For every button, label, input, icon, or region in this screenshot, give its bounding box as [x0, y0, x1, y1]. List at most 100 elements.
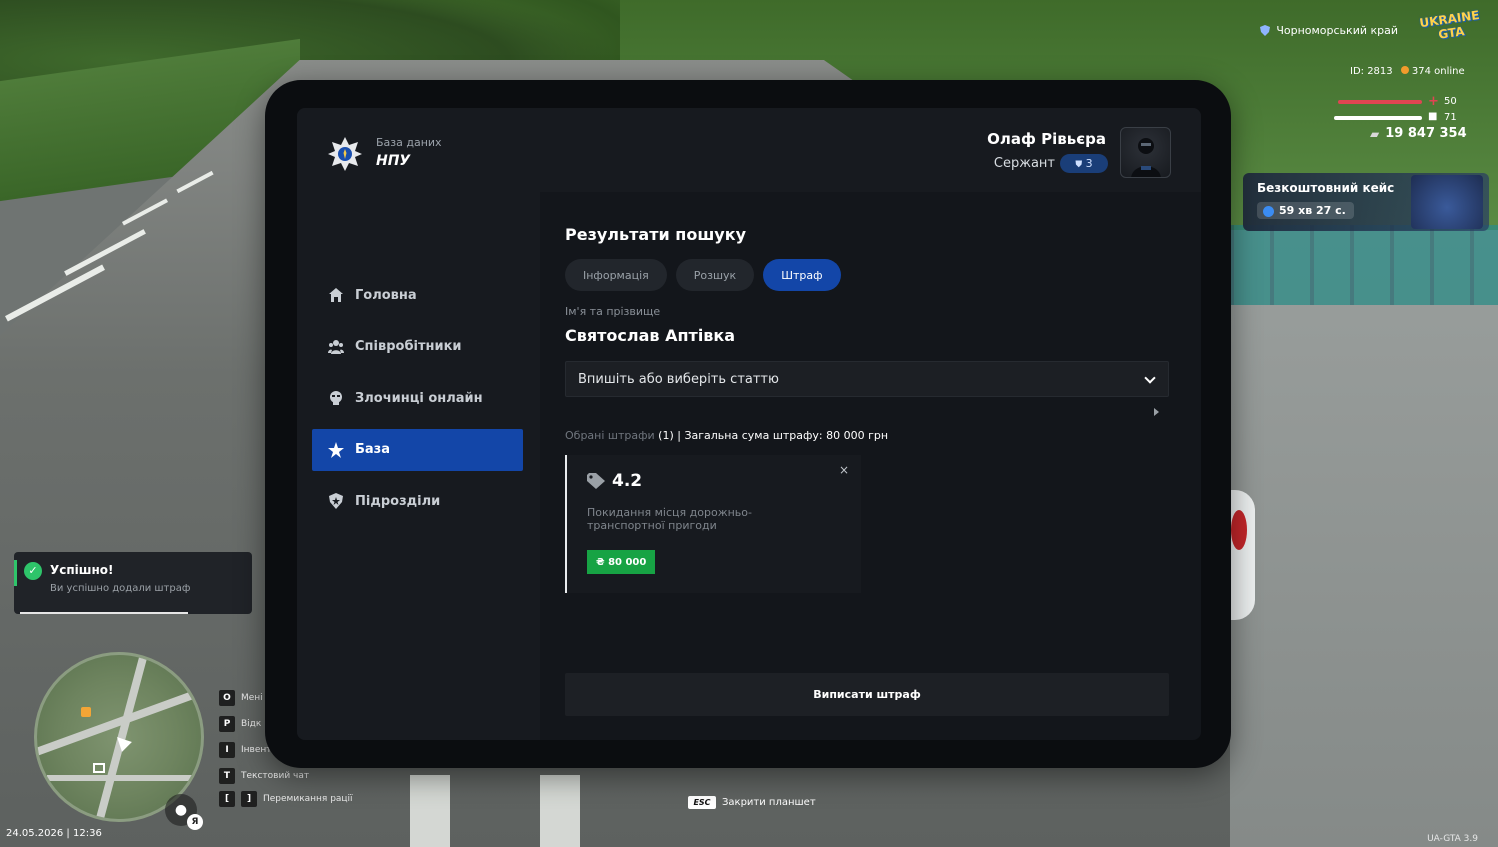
- sidebar-item-employees[interactable]: Співробітники: [312, 326, 523, 368]
- toast-message: Ви успішно додали штраф: [50, 583, 191, 594]
- esc-hint: ESC Закрити планшет: [688, 796, 816, 809]
- health-icon: +: [1428, 94, 1439, 109]
- criminal-icon: [330, 391, 342, 405]
- page-title: Результати пошуку: [565, 225, 747, 244]
- person-name: Святослав Аптівка: [565, 326, 736, 345]
- hotkey-row: P Відк: [219, 716, 261, 732]
- health-bar: [1338, 100, 1422, 104]
- home-icon: [93, 763, 105, 773]
- logo-subtitle: База даних: [376, 136, 442, 149]
- health-value: 50: [1444, 96, 1457, 107]
- chevron-right-icon[interactable]: [1154, 408, 1159, 416]
- selected-fines-count: (1): [658, 429, 674, 442]
- minimap-road: [47, 775, 201, 781]
- issue-fine-button[interactable]: Виписати штраф: [565, 673, 1169, 716]
- tab-wanted[interactable]: Розшук: [675, 259, 755, 291]
- hotkey-label: Перемикання рації: [263, 794, 353, 804]
- sidebar-item-database[interactable]: База: [312, 428, 523, 471]
- key-cap: O: [219, 690, 235, 706]
- fine-amount: ₴ 80 000: [587, 550, 656, 574]
- sidebar-item-home[interactable]: Головна: [312, 274, 523, 316]
- sidebar-item-criminals-online[interactable]: Злочинці онлайн: [312, 377, 523, 419]
- hotkey-label: Відк: [241, 719, 262, 729]
- money-icon: ▰: [1370, 126, 1380, 141]
- key-cap: ]: [241, 791, 257, 807]
- case-image: [1411, 175, 1483, 229]
- hotkey-label: Інвент: [241, 745, 272, 755]
- main-panel: Олаф Рівьєра Сержант ⛊ 3 Результати пошу…: [540, 108, 1201, 740]
- home-icon: [329, 288, 343, 302]
- crosswalk: [410, 775, 450, 847]
- money-value: 19 847 354: [1385, 126, 1467, 141]
- player-info: ID: 2813 374 online: [1350, 66, 1465, 77]
- hotkey-row: [ ] Перемикання рації: [219, 791, 353, 807]
- person-name-label: Ім'я та прізвище: [565, 305, 661, 318]
- fines-summary: Обрані штрафи (1) | Загальна сума штрафу…: [565, 429, 888, 442]
- fence: [1230, 225, 1498, 305]
- article-select[interactable]: Впишіть або виберіть статтю: [565, 361, 1169, 397]
- remove-fine-button[interactable]: ×: [839, 463, 849, 477]
- hotkey-label: Мені: [241, 693, 263, 703]
- avatar-image: [1131, 138, 1161, 177]
- sidebar-item-divisions[interactable]: Підрозділи: [312, 480, 523, 522]
- online-count: 374 online: [1411, 66, 1465, 77]
- key-cap: [: [219, 791, 235, 807]
- star-icon: [328, 441, 344, 458]
- free-case-title: Безкоштовний кейс: [1257, 181, 1395, 195]
- article-select-placeholder: Впишіть або виберіть статтю: [578, 371, 779, 387]
- result-tabs: Інформація Розшук Штраф: [565, 259, 841, 291]
- tag-icon: [587, 473, 605, 489]
- shield-icon: [329, 493, 343, 509]
- armor-icon: ■: [1428, 111, 1438, 122]
- armor-value: 71: [1444, 112, 1457, 123]
- hotkey-label: Текстовий чат: [241, 771, 310, 781]
- avatar[interactable]: [1120, 127, 1171, 178]
- crosswalk: [540, 775, 580, 847]
- police-badge-icon: [328, 137, 362, 171]
- police-tablet: База даних НПУ Головна Співробітники Зло…: [265, 80, 1231, 768]
- rank-level: 3: [1085, 157, 1093, 170]
- region-name: Чорноморський край: [1276, 24, 1398, 37]
- success-toast: ✓ Успішно! Ви успішно додали штраф: [14, 552, 252, 614]
- fines-total: | Загальна сума штрафу: 80 000 грн: [677, 429, 889, 442]
- sidebar-item-label: Головна: [355, 287, 417, 303]
- version: UA-GTA 3.9: [1427, 834, 1478, 844]
- sidewalk: [1230, 230, 1498, 847]
- fine-description: Покидання місця дорожньо-транспортної пр…: [587, 506, 752, 532]
- toast-accent: [14, 560, 17, 586]
- sidebar: База даних НПУ Головна Співробітники Зло…: [297, 108, 540, 740]
- rank-shield-icon: ⛊: [1075, 160, 1083, 170]
- esc-key: ESC: [688, 796, 716, 809]
- tab-information[interactable]: Інформація: [565, 259, 667, 291]
- sidebar-item-label: База: [355, 442, 391, 457]
- free-case-timer: 59 хв 27 с.: [1257, 202, 1354, 219]
- tab-fine[interactable]: Штраф: [763, 259, 841, 291]
- sidebar-item-label: Злочинці онлайн: [355, 390, 483, 406]
- rank-badge: ⛊ 3: [1060, 154, 1108, 173]
- profile-header: Олаф Рівьєра Сержант ⛊ 3: [540, 108, 1201, 192]
- hotkey-row: I Інвент: [219, 742, 272, 758]
- fine-article-code: 4.2: [612, 471, 643, 491]
- player-id: ID: 2813: [1350, 66, 1393, 77]
- region-indicator: Чорноморський край: [1260, 24, 1398, 37]
- key-cap: P: [219, 716, 235, 732]
- online-dot-icon: [1400, 66, 1409, 74]
- key-cap: T: [219, 768, 235, 784]
- sidebar-nav: Головна Співробітники Злочинці онлайн Ба…: [312, 274, 523, 532]
- fine-card: × 4.2 Покидання місця дорожньо-транспорт…: [565, 455, 861, 593]
- hotkey-row: O Мені: [219, 690, 263, 706]
- shield-icon: [1260, 25, 1271, 36]
- user-name: Олаф Рівьєра: [987, 130, 1106, 148]
- selected-fines-label: Обрані штрафи: [565, 429, 655, 442]
- free-case-widget[interactable]: Безкоштовний кейс 59 хв 27 с.: [1243, 173, 1489, 231]
- armor-bar: [1334, 116, 1422, 120]
- sidebar-item-label: Співробітники: [355, 339, 462, 354]
- user-rank: Сержант: [993, 156, 1055, 171]
- users-icon: [328, 339, 344, 354]
- toast-title: Успішно!: [50, 563, 114, 577]
- logo-title: НПУ: [376, 153, 411, 169]
- clock-icon: [1263, 206, 1274, 217]
- datetime: 24.05.2026 | 12:36: [6, 828, 102, 839]
- tablet-screen: База даних НПУ Головна Співробітники Зло…: [297, 108, 1201, 740]
- voice-badge: Я: [187, 814, 203, 830]
